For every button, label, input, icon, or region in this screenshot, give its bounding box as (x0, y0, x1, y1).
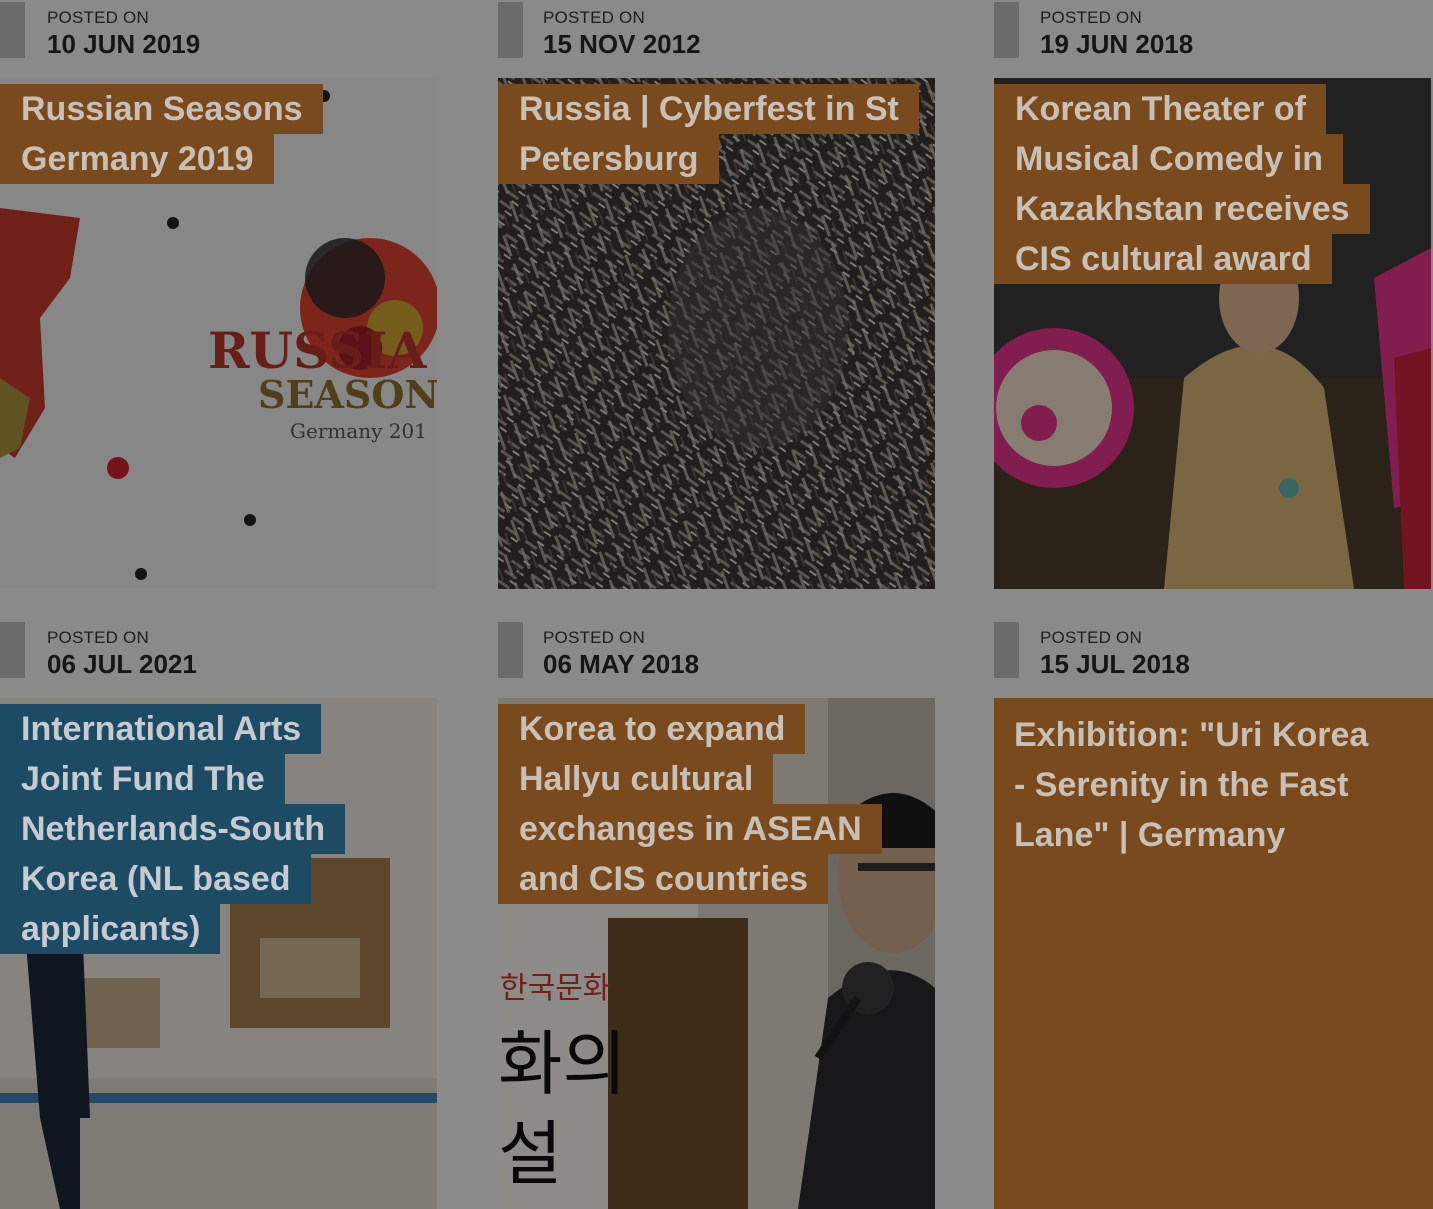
date-accent-bar (0, 622, 25, 678)
banner-text: 화의 (498, 1023, 627, 1105)
date-accent-bar (498, 2, 523, 58)
title-line[interactable]: International Arts (0, 704, 322, 754)
posted-on-label: POSTED ON (1040, 8, 1142, 27)
post-title[interactable]: Russia | Cyberfest in St Petersburg (498, 84, 919, 184)
post-date: 15 NOV 2012 (543, 29, 701, 59)
post-card[interactable]: POSTED ON 06 MAY 2018 한국문화 화의 설 Korea to… (498, 620, 935, 1209)
title-line[interactable]: Musical Comedy in (994, 134, 1343, 184)
date-accent-bar (994, 622, 1019, 678)
post-card[interactable]: POSTED ON 10 JUN 2019 RUSSIA SEASON Germ… (0, 0, 437, 590)
post-title[interactable]: Korean Theater of Musical Comedy in Kaza… (994, 84, 1414, 284)
posted-on-label: POSTED ON (543, 628, 645, 647)
title-line[interactable]: and CIS countries (498, 854, 829, 904)
title-line[interactable]: - Serenity in the Fast (1014, 760, 1413, 810)
post-card[interactable]: POSTED ON 06 JUL 2021 International Arts… (0, 620, 437, 1209)
title-line[interactable]: Korea (NL based (0, 854, 311, 904)
post-title[interactable]: Korea to expand Hallyu cultural exchange… (498, 704, 918, 904)
title-line[interactable]: CIS cultural award (994, 234, 1332, 284)
post-card[interactable]: POSTED ON 15 JUL 2018 Exhibition: "Uri K… (994, 620, 1433, 1209)
logo-text-germany: Germany 201 (290, 419, 427, 443)
posted-on-label: POSTED ON (47, 628, 149, 647)
title-line[interactable]: Lane" | Germany (1014, 810, 1413, 860)
post-card[interactable]: POSTED ON 19 JUN 2018 Korean Theater of … (994, 0, 1431, 590)
post-date: 19 JUN 2018 (1040, 29, 1194, 59)
title-line[interactable]: Exhibition: "Uri Korea (1014, 710, 1413, 760)
title-line[interactable]: Russian Seasons (0, 84, 323, 134)
post-date: 10 JUN 2019 (47, 29, 201, 59)
title-line[interactable]: exchanges in ASEAN (498, 804, 882, 854)
post-date: 06 JUL 2021 (47, 649, 197, 679)
title-line[interactable]: Hallyu cultural (498, 754, 774, 804)
posted-on-label: POSTED ON (47, 8, 149, 27)
date-accent-bar (498, 622, 523, 678)
date-accent-bar (0, 2, 25, 58)
posted-on-label: POSTED ON (1040, 628, 1142, 647)
title-line[interactable]: Korean Theater of (994, 84, 1326, 134)
title-line[interactable]: Netherlands-South (0, 804, 346, 854)
post-date: 06 MAY 2018 (543, 649, 700, 679)
title-line[interactable]: Russia | Cyberfest in St (498, 84, 919, 134)
post-title[interactable]: Russian Seasons Germany 2019 (0, 84, 420, 184)
post-title[interactable]: Exhibition: "Uri Korea - Serenity in the… (994, 698, 1433, 874)
banner-text: 한국문화 (500, 971, 610, 1006)
title-line[interactable]: applicants) (0, 904, 221, 954)
title-line[interactable]: Korea to expand (498, 704, 806, 754)
title-line[interactable]: Germany 2019 (0, 134, 274, 184)
title-line[interactable]: Kazakhstan receives (994, 184, 1370, 234)
date-accent-bar (994, 2, 1019, 58)
posted-on-label: POSTED ON (543, 8, 645, 27)
post-title[interactable]: International Arts Joint Fund The Nether… (0, 704, 420, 954)
post-card[interactable]: POSTED ON 15 NOV 2012 Russia | Cyberfest… (498, 0, 935, 590)
banner-text: 설 (498, 1113, 562, 1195)
title-line[interactable]: Petersburg (498, 134, 719, 184)
logo-text-season: SEASON (258, 372, 437, 417)
post-thumbnail[interactable]: Exhibition: "Uri Korea - Serenity in the… (994, 698, 1433, 1209)
post-date: 15 JUL 2018 (1040, 649, 1190, 679)
title-line[interactable]: Joint Fund The (0, 754, 285, 804)
